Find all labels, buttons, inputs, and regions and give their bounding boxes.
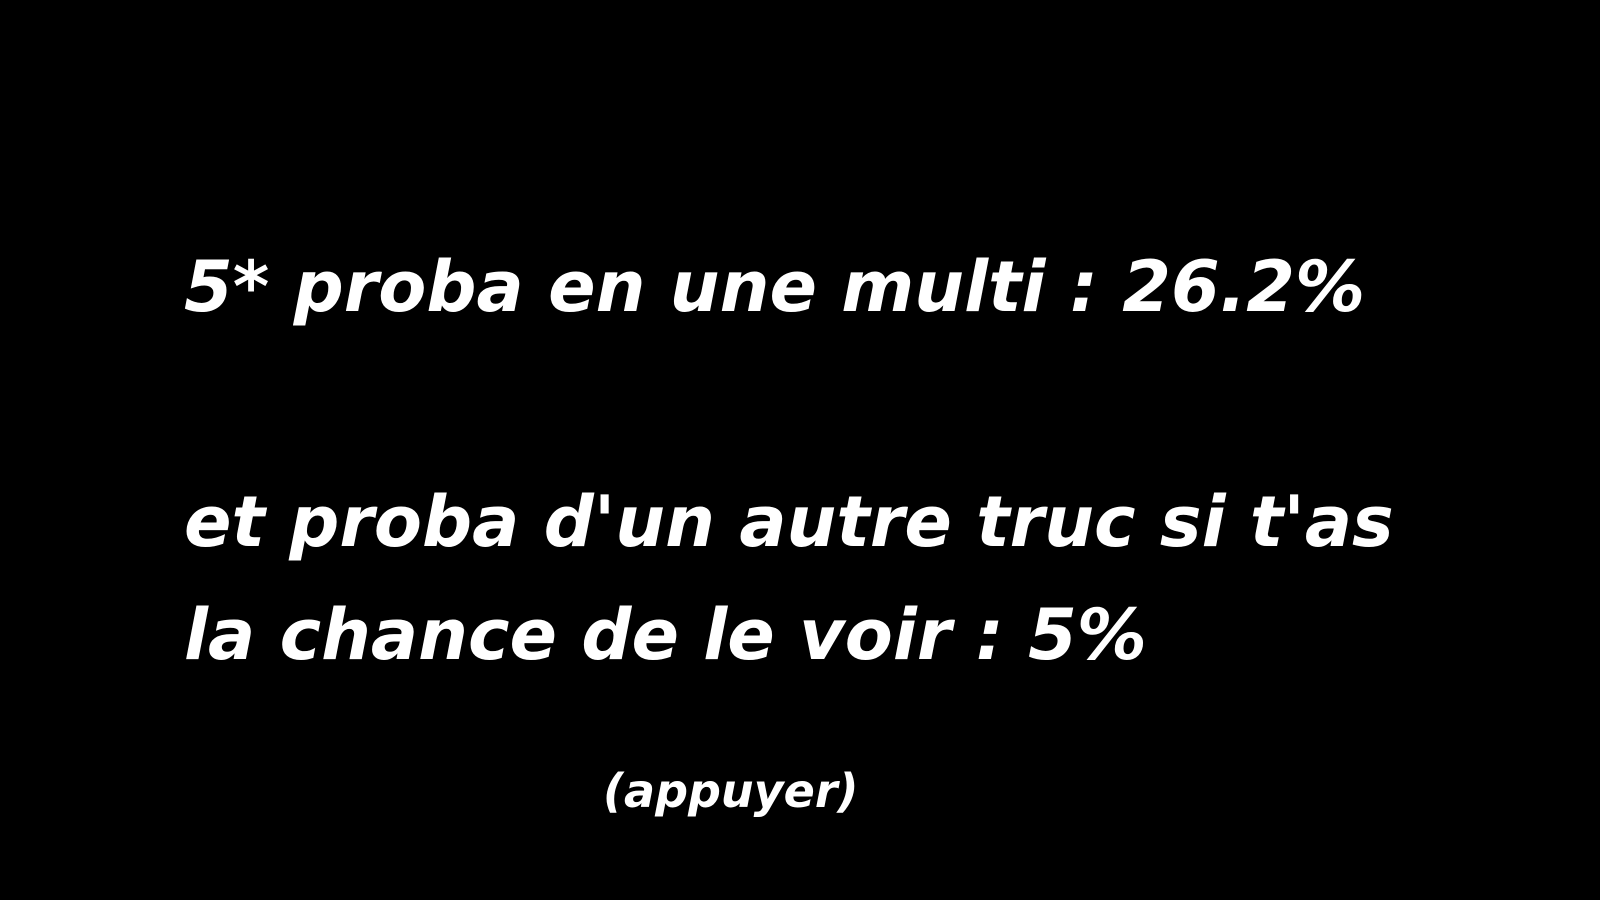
probability-line-2: et proba d'un autre truc si t'as bbox=[184, 481, 1394, 563]
press-hint: (appuyer) bbox=[603, 764, 859, 818]
slide[interactable]: 5* proba en une multi : 26.2% et proba d… bbox=[0, 0, 1600, 900]
probability-line-1: 5* proba en une multi : 26.2% bbox=[184, 246, 1366, 328]
probability-line-3: la chance de le voir : 5% bbox=[184, 594, 1147, 676]
